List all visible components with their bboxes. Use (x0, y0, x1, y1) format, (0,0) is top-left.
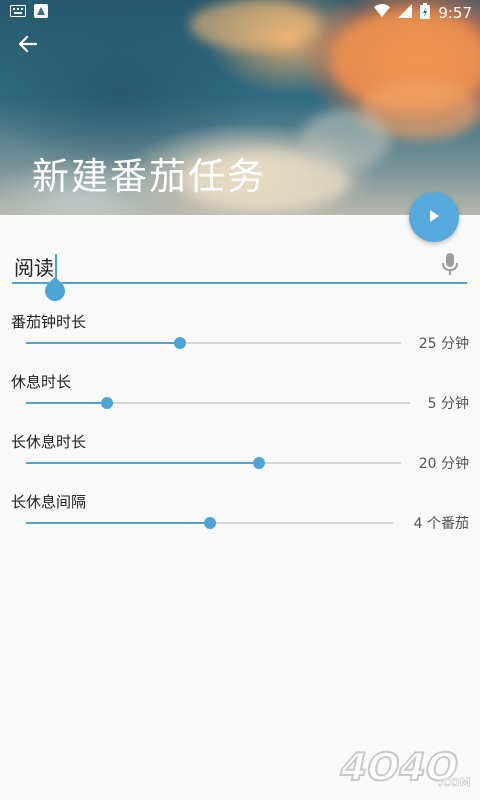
header-image: 9:57 新建番茄任务 (0, 0, 480, 215)
setting-label: 休息时长 (11, 373, 72, 391)
site-watermark-logo: 4O4O .COM (322, 742, 472, 792)
signal-icon (398, 4, 413, 22)
setting-long-break-duration: 长休息时长 20 分钟 (0, 431, 480, 487)
slider-fill (26, 462, 259, 464)
watermark-suffix: .COM (438, 776, 471, 789)
text-cursor (55, 254, 57, 280)
wifi-icon (374, 4, 391, 22)
slider-fill (26, 402, 107, 404)
setting-value: 20 分钟 (418, 456, 469, 472)
pomodoro-duration-slider[interactable] (26, 337, 401, 349)
slider-thumb[interactable] (252, 457, 265, 469)
setting-label: 长休息间隔 (11, 493, 87, 511)
slider-fill (26, 342, 180, 344)
status-time: 9:57 (438, 4, 472, 22)
setting-value: 25 分钟 (418, 336, 469, 352)
setting-break-duration: 休息时长 5 分钟 (0, 371, 480, 427)
mic-icon (441, 252, 459, 280)
battery-icon (420, 3, 431, 23)
voice-input-button[interactable] (437, 252, 463, 280)
setting-label: 长休息时长 (11, 433, 87, 451)
slider-thumb[interactable] (203, 517, 216, 529)
screen: 9:57 新建番茄任务 阅读 番茄钟时长 25 分钟 休息时长 5 分钟 长休息… (0, 0, 480, 800)
break-duration-slider[interactable] (26, 397, 410, 409)
setting-pomodoro-duration: 番茄钟时长 25 分钟 (0, 311, 480, 367)
long-break-interval-slider[interactable] (26, 517, 393, 529)
back-button[interactable] (12, 30, 44, 62)
setting-value: 5 分钟 (427, 396, 469, 412)
slider-fill (26, 522, 210, 524)
slider-thumb[interactable] (173, 337, 186, 349)
start-task-button[interactable] (409, 192, 459, 242)
page-title: 新建番茄任务 (32, 155, 266, 198)
slider-thumb[interactable] (100, 397, 113, 409)
task-name-field (12, 250, 467, 306)
play-icon (427, 208, 441, 227)
android-notification-icon (34, 4, 48, 22)
setting-label: 番茄钟时长 (11, 313, 87, 331)
setting-long-break-interval: 长休息间隔 4 个番茄 (0, 491, 480, 547)
status-bar: 9:57 (0, 0, 480, 24)
setting-value: 4 个番茄 (413, 516, 469, 532)
keyboard-icon (10, 5, 26, 21)
long-break-duration-slider[interactable] (26, 457, 401, 469)
input-underline (12, 282, 467, 284)
task-name-input[interactable] (12, 250, 434, 282)
arrow-back-icon (18, 34, 38, 58)
